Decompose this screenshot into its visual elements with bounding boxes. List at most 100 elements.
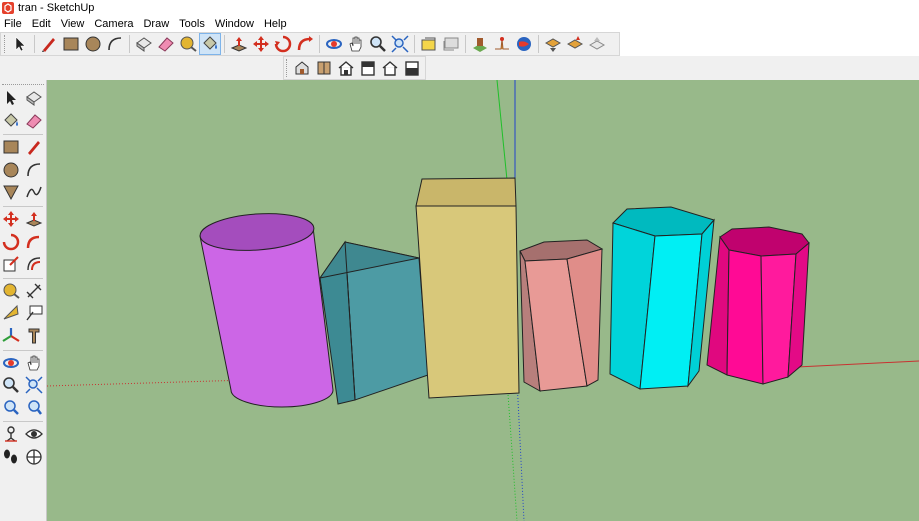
scene-canvas[interactable] — [47, 80, 919, 521]
title-bar: tran - SketchUp — [0, 0, 919, 16]
zoom-tool-button[interactable] — [0, 374, 22, 396]
menu-file[interactable]: File — [0, 17, 27, 31]
scale-tool-button[interactable] — [0, 253, 22, 275]
box-front-face[interactable] — [415, 205, 520, 399]
menu-window[interactable]: Window — [210, 17, 259, 31]
orbit-tool-button[interactable] — [323, 33, 345, 55]
right-view-button[interactable] — [357, 57, 379, 79]
walk-tool-button[interactable] — [0, 446, 22, 468]
push-pull-tool-button[interactable] — [23, 208, 45, 230]
make-component-button[interactable] — [23, 87, 45, 109]
back-view-button[interactable] — [379, 57, 401, 79]
top-view-button[interactable] — [313, 57, 335, 79]
select-arrow-icon — [15, 36, 26, 52]
green-axis-dotted — [506, 379, 518, 521]
red-axis-dotted — [47, 379, 248, 387]
menu-edit[interactable]: Edit — [27, 17, 56, 31]
rotate-tool-button[interactable] — [272, 33, 294, 55]
toolbar-grip[interactable] — [4, 35, 7, 53]
front-view-button[interactable] — [335, 57, 357, 79]
protractor-tool-button[interactable] — [0, 302, 22, 324]
left-view-button[interactable] — [401, 57, 423, 79]
eraser-tool-button[interactable] — [23, 110, 45, 132]
circle-tool-button[interactable] — [82, 33, 104, 55]
tape-measure-tool-button[interactable] — [0, 280, 22, 302]
octagon-front-left-face[interactable] — [726, 249, 764, 385]
toggle-terrain-button[interactable] — [491, 33, 513, 55]
arc-tool-button[interactable] — [23, 159, 45, 181]
pan-tool-button[interactable] — [23, 352, 45, 374]
menu-view[interactable]: View — [56, 17, 90, 31]
previous-view-button[interactable] — [418, 33, 440, 55]
menu-draw[interactable]: Draw — [138, 17, 174, 31]
freehand-tool-button[interactable] — [23, 181, 45, 203]
make-component-button[interactable] — [133, 33, 155, 55]
toolbar-separator — [3, 421, 43, 422]
menu-camera[interactable]: Camera — [89, 17, 138, 31]
hexagonal-prism[interactable] — [609, 206, 715, 390]
line-tool-button[interactable] — [38, 33, 60, 55]
tape-measure-tool-button[interactable] — [177, 33, 199, 55]
upload-model-button[interactable] — [586, 33, 608, 55]
octagonal-prism[interactable] — [706, 226, 810, 385]
rectangle-tool-button[interactable] — [60, 33, 82, 55]
hand-icon — [27, 355, 40, 371]
line-tool-button[interactable] — [23, 136, 45, 158]
move-tool-button[interactable] — [0, 208, 22, 230]
previous-view-button[interactable] — [23, 396, 45, 418]
magnifier-icon — [3, 377, 19, 393]
zoom-window-tool-button[interactable] — [23, 374, 45, 396]
globe-icon — [517, 37, 531, 51]
push-pull-tool-button[interactable] — [228, 33, 250, 55]
add-location-button[interactable] — [469, 33, 491, 55]
paint-bucket-tool-button[interactable] — [0, 110, 22, 132]
arc-tool-button[interactable] — [104, 33, 126, 55]
menu-tools[interactable]: Tools — [174, 17, 210, 31]
circle-tool-button[interactable] — [0, 159, 22, 181]
paint-bucket-tool-button[interactable] — [199, 33, 221, 55]
triangular-prism[interactable] — [318, 240, 429, 405]
select-tool-button[interactable] — [0, 87, 22, 109]
box-top-face[interactable] — [415, 177, 517, 207]
offset-tool-button[interactable] — [23, 253, 45, 275]
zoom-extents-tool-button[interactable] — [389, 33, 411, 55]
polygon-icon — [3, 185, 19, 201]
share-model-button[interactable] — [542, 33, 564, 55]
pencil-icon — [42, 38, 55, 52]
move-tool-button[interactable] — [250, 33, 272, 55]
pentagonal-prism[interactable] — [519, 239, 604, 392]
get-models-button[interactable] — [513, 33, 535, 55]
text-tool-button[interactable] — [23, 302, 45, 324]
3d-text-tool-button[interactable] — [23, 325, 45, 347]
zoom-extents-tool-button[interactable] — [0, 396, 22, 418]
cylinder[interactable] — [199, 210, 334, 408]
move-arrows-icon — [3, 211, 19, 227]
orbit-tool-button[interactable] — [0, 352, 22, 374]
dimension-tool-button[interactable] — [23, 280, 45, 302]
rotate-tool-button[interactable] — [0, 231, 22, 253]
axes-tool-button[interactable] — [0, 325, 22, 347]
next-view-button[interactable] — [440, 33, 462, 55]
menu-help[interactable]: Help — [259, 17, 292, 31]
toolbar-grip[interactable] — [286, 59, 289, 77]
pan-tool-button[interactable] — [345, 33, 367, 55]
position-camera-tool-button[interactable] — [0, 423, 22, 445]
model-viewport[interactable] — [47, 80, 919, 521]
paint-bucket-icon — [4, 113, 18, 127]
rectangle-tool-button[interactable] — [0, 136, 22, 158]
follow-me-tool-button[interactable] — [294, 33, 316, 55]
select-tool-button[interactable] — [9, 33, 31, 55]
toolbar-separator — [319, 35, 320, 53]
look-around-tool-button[interactable] — [23, 423, 45, 445]
zoom-tool-button[interactable] — [367, 33, 389, 55]
push-pull-icon — [25, 212, 43, 227]
polygon-tool-button[interactable] — [0, 181, 22, 203]
iso-view-button[interactable] — [291, 57, 313, 79]
eraser-tool-button[interactable] — [155, 33, 177, 55]
box[interactable] — [415, 177, 520, 399]
cylinder-body[interactable] — [199, 226, 334, 408]
extension-warehouse-button[interactable] — [564, 33, 586, 55]
section-plane-tool-button[interactable] — [23, 446, 45, 468]
iso-house-icon — [295, 61, 309, 75]
follow-me-tool-button[interactable] — [23, 231, 45, 253]
